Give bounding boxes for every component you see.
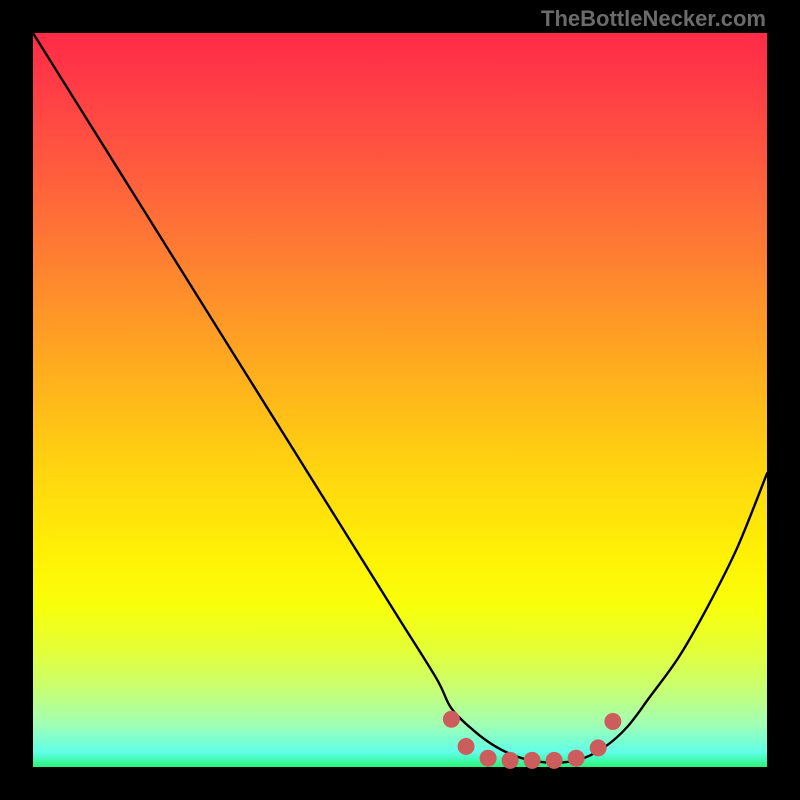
optimal-marker-dot — [590, 739, 607, 756]
chart-plot-area — [33, 33, 767, 767]
bottleneck-curve-line — [33, 33, 767, 763]
chart-svg — [33, 33, 767, 767]
optimal-marker-dot — [480, 750, 497, 767]
optimal-range-markers — [443, 711, 621, 769]
optimal-marker-dot — [443, 711, 460, 728]
attribution-label: TheBottleNecker.com — [541, 6, 766, 32]
optimal-marker-dot — [604, 713, 621, 730]
optimal-marker-dot — [546, 752, 563, 769]
optimal-marker-dot — [458, 738, 475, 755]
optimal-marker-dot — [502, 752, 519, 769]
optimal-marker-dot — [524, 752, 541, 769]
optimal-marker-dot — [568, 750, 585, 767]
